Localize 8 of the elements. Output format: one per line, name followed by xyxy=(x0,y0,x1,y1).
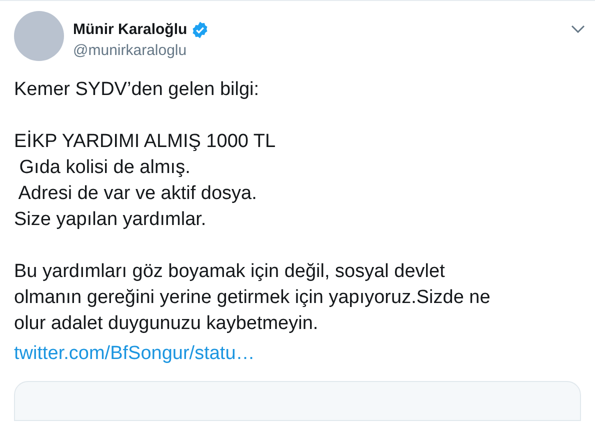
tweet-text: Bu yardımları göz boyamak için değil, sosyal devlet olmanın gereğini yerine getirmek için yapıyoruz.Sizde ne olur adalet duygunuzu kaybetmeyin. xyxy=(14,260,492,336)
quoted-tweet-card[interactable] xyxy=(14,381,581,421)
avatar[interactable] xyxy=(14,11,64,61)
tweet-text: Kemer SYDV’den gelen bilgi: xyxy=(14,78,260,102)
author-name[interactable]: Münir Karaloğlu xyxy=(73,21,188,39)
tweet-text: EİKP YARDIMI ALMIŞ 1000 TL Gıda kolisi de almış. Adresi de var ve aktif dosya. Size yapılan yardımlar. xyxy=(14,130,277,232)
caret-icon[interactable] xyxy=(571,25,585,33)
author-handle: @munirkaraloglu xyxy=(73,41,188,61)
